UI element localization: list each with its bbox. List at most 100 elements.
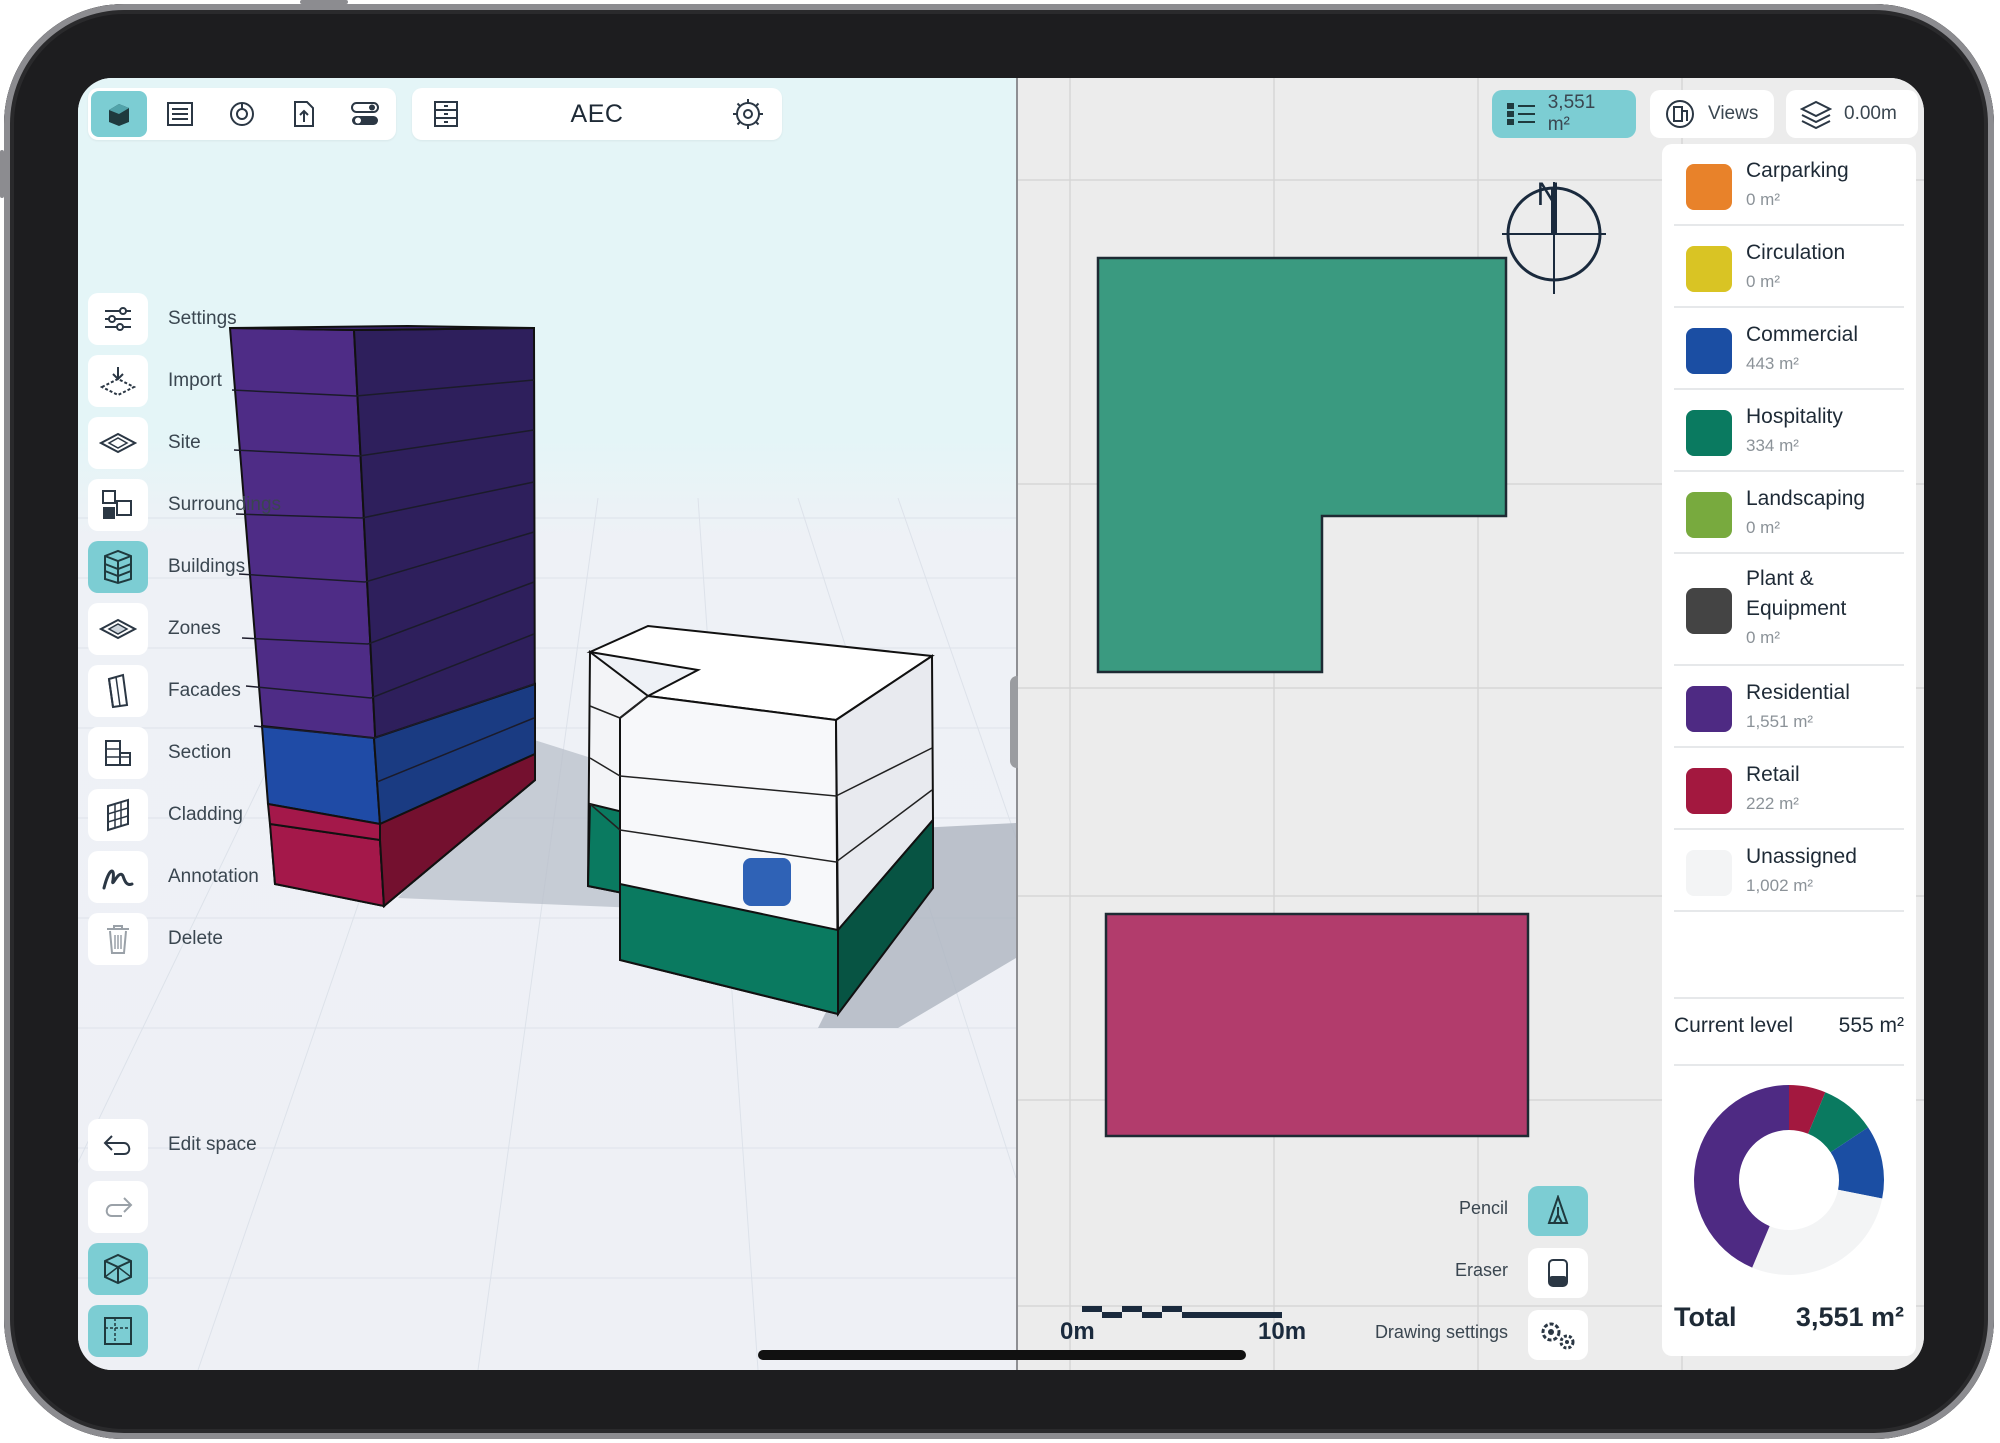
import-icon bbox=[88, 355, 148, 407]
menu-item-delete[interactable]: Delete bbox=[88, 913, 328, 965]
pencil-icon bbox=[1547, 1195, 1569, 1224]
surroundings-icon bbox=[88, 479, 148, 531]
undo-button[interactable]: Edit space bbox=[88, 1119, 328, 1171]
hospitality-footprint[interactable] bbox=[1096, 256, 1508, 674]
legend-swatch bbox=[1686, 686, 1732, 732]
donut-segment-unassigned bbox=[1752, 1189, 1883, 1275]
menu-item-surroundings[interactable]: Surroundings bbox=[88, 479, 328, 531]
legend-item-carparking[interactable]: Carparking 0 m² bbox=[1674, 150, 1904, 226]
edit-space-label: Edit space bbox=[168, 1134, 257, 1155]
legend-name: Circulation bbox=[1746, 241, 1846, 264]
menu-label-site: Site bbox=[168, 432, 201, 453]
annotation-icon bbox=[88, 851, 148, 903]
legend-name: Carparking bbox=[1746, 159, 1849, 182]
menu-label-section: Section bbox=[168, 742, 232, 763]
legend-item-circulation[interactable]: Circulation 0 m² bbox=[1674, 232, 1904, 308]
total-label: Total bbox=[1674, 1302, 1737, 1332]
selection-handle[interactable] bbox=[743, 858, 791, 906]
legend-value: 1,551 m² bbox=[1746, 712, 1814, 731]
menu-item-buildings[interactable]: Buildings bbox=[88, 541, 328, 593]
3d-model-button[interactable] bbox=[91, 91, 147, 137]
menu-item-section[interactable]: Section bbox=[88, 727, 328, 779]
legend-value: 334 m² bbox=[1746, 436, 1799, 455]
scale-start-label: 0m bbox=[1060, 1318, 1095, 1345]
menu-item-facades[interactable]: Facades bbox=[88, 665, 328, 717]
legend-swatch bbox=[1686, 492, 1732, 538]
menu-label-facades: Facades bbox=[168, 680, 241, 701]
pencil-label: Pencil bbox=[1458, 1198, 1508, 1218]
plan-icon bbox=[88, 1305, 148, 1357]
compass-north-label: N bbox=[1536, 176, 1560, 212]
legend-item-residential[interactable]: Residential 1,551 m² bbox=[1674, 672, 1904, 748]
current-level-label: Current level bbox=[1674, 1014, 1794, 1037]
zone-legend-panel: Carparking 0 m² Circulation 0 m² Commerc… bbox=[1662, 144, 1916, 1356]
scale-end-label: 10m bbox=[1258, 1318, 1307, 1345]
project-settings-button[interactable] bbox=[720, 91, 776, 137]
area-summary-button[interactable]: 3,551 m² bbox=[1492, 90, 1636, 138]
3d-viewport[interactable]: AEC ••• Settings Import Site Surrounding bbox=[78, 78, 1016, 1370]
site-icon bbox=[88, 417, 148, 469]
main-toolbar bbox=[88, 88, 396, 140]
retail-footprint[interactable] bbox=[1104, 912, 1530, 1138]
eraser-icon bbox=[1548, 1259, 1568, 1287]
app-screen: AEC ••• Settings Import Site Surrounding bbox=[78, 78, 1924, 1370]
legend-swatch bbox=[1686, 328, 1732, 374]
pencil-button[interactable] bbox=[1528, 1186, 1588, 1236]
3d-scene bbox=[78, 324, 1016, 1370]
undo-icon bbox=[88, 1119, 148, 1171]
menu-item-settings[interactable]: Settings bbox=[88, 293, 328, 345]
gears-icon bbox=[1541, 1322, 1575, 1350]
plan-view-button[interactable] bbox=[88, 1305, 328, 1357]
legend-item-landscaping[interactable]: Landscaping 0 m² bbox=[1674, 478, 1904, 554]
menu-label-cladding: Cladding bbox=[168, 804, 243, 825]
export-button[interactable] bbox=[276, 91, 332, 137]
facade-icon bbox=[88, 665, 148, 717]
drawing-settings-label: Drawing settings bbox=[1374, 1322, 1508, 1342]
redo-button[interactable] bbox=[88, 1181, 328, 1233]
menu-label-zones: Zones bbox=[168, 618, 221, 639]
level-label: 0.00m bbox=[1844, 103, 1897, 124]
3d-view-button[interactable] bbox=[88, 1243, 328, 1295]
legend-swatch bbox=[1686, 410, 1732, 456]
legend-value: 0 m² bbox=[1746, 190, 1780, 209]
drawing-settings-button[interactable] bbox=[1528, 1310, 1588, 1360]
menu-label-import: Import bbox=[168, 370, 222, 391]
legend-swatch bbox=[1686, 850, 1732, 896]
section-icon bbox=[88, 727, 148, 779]
legend-item-plant-equipment[interactable]: Plant & Equipment 0 m² bbox=[1674, 560, 1904, 666]
legend-item-hospitality[interactable]: Hospitality 334 m² bbox=[1674, 396, 1904, 472]
gear-icon bbox=[733, 99, 763, 129]
storage-button[interactable] bbox=[418, 91, 474, 137]
menu-label-settings: Settings bbox=[168, 308, 237, 329]
menu-item-site[interactable]: Site bbox=[88, 417, 328, 469]
views-icon bbox=[1666, 100, 1694, 128]
legend-value: 0 m² bbox=[1746, 628, 1780, 647]
toggles-button[interactable] bbox=[337, 91, 393, 137]
scale-bar bbox=[1082, 1306, 1282, 1318]
total-value: 3,551 m² bbox=[1795, 1302, 1904, 1332]
cube-icon bbox=[108, 104, 129, 126]
legend-item-commercial[interactable]: Commercial 443 m² bbox=[1674, 314, 1904, 390]
level-button[interactable]: 0.00m bbox=[1786, 90, 1918, 138]
side-button bbox=[0, 150, 4, 198]
menu-item-zones[interactable]: Zones bbox=[88, 603, 328, 655]
menu-label-annotation: Annotation bbox=[168, 866, 259, 887]
analysis-button[interactable] bbox=[214, 91, 270, 137]
views-button[interactable]: Views bbox=[1650, 90, 1774, 138]
list-button[interactable] bbox=[153, 91, 209, 137]
hospitality-block[interactable] bbox=[586, 624, 935, 1017]
legend-item-retail[interactable]: Retail 222 m² bbox=[1674, 754, 1904, 830]
legend-name: Plant & Equipment bbox=[1746, 567, 1847, 620]
chart-icon bbox=[229, 102, 254, 126]
legend-name: Hospitality bbox=[1746, 405, 1843, 428]
legend-value: 0 m² bbox=[1746, 518, 1780, 537]
views-label: Views bbox=[1708, 103, 1759, 124]
legend-name: Residential bbox=[1746, 681, 1850, 704]
project-title: AEC bbox=[570, 99, 624, 128]
legend-item-unassigned[interactable]: Unassigned 1,002 m² bbox=[1674, 836, 1904, 912]
cabinet-icon bbox=[434, 101, 458, 127]
eraser-button[interactable] bbox=[1528, 1248, 1588, 1298]
menu-item-annotation[interactable]: Annotation bbox=[88, 851, 328, 903]
menu-item-import[interactable]: Import bbox=[88, 355, 328, 407]
menu-item-cladding[interactable]: Cladding bbox=[88, 789, 328, 841]
